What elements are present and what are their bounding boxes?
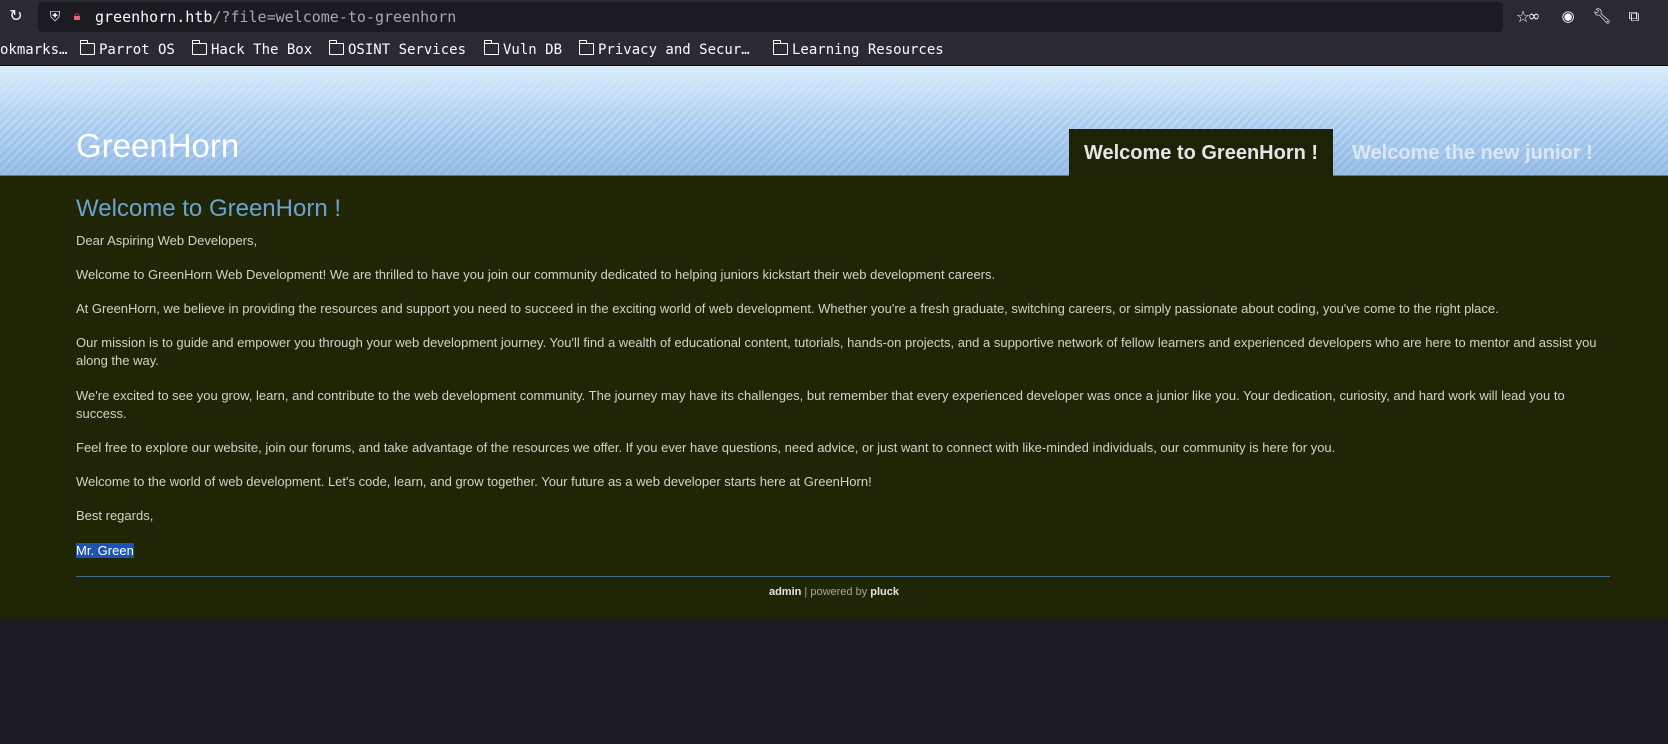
- signature-selected-text: Mr. Green: [76, 543, 134, 558]
- article-paragraph: At GreenHorn, we believe in providing th…: [76, 301, 1499, 316]
- admin-link[interactable]: admin: [769, 586, 801, 598]
- web-page: GreenHorn Welcome to GreenHorn ! Welcome…: [0, 66, 1668, 744]
- folder-icon: [329, 40, 344, 55]
- bookmark-label: Vuln DB: [503, 42, 563, 58]
- url-path: /?file=welcome-to-greenhorn: [212, 8, 457, 26]
- pluck-link[interactable]: pluck: [870, 586, 899, 598]
- url-host: greenhorn.htb: [95, 8, 213, 26]
- bookmarks-bar: okmarks… Parrot OS Hack The Box OSINT Se…: [0, 33, 1668, 66]
- article-paragraph: Dear Aspiring Web Developers,: [76, 233, 258, 248]
- address-bar[interactable]: ⛨ 🔒︎ greenhorn.htb/?file=welcome-to-gree…: [38, 2, 1530, 32]
- bookmark-label: Privacy and Secur…: [598, 42, 750, 58]
- bookmark-label: Hack The Box: [211, 42, 313, 58]
- article-paragraph: We're excited to see you grow, learn, an…: [76, 388, 1565, 421]
- bookmark-other[interactable]: okmarks…: [0, 41, 67, 59]
- article-paragraph: Welcome to the world of web development.…: [76, 474, 872, 489]
- footer-divider: [76, 576, 1610, 577]
- bookmark-folder-learning[interactable]: Learning Resources: [773, 40, 944, 59]
- folder-icon: [484, 40, 499, 55]
- site-footer: admin | powered by pluck: [0, 585, 1668, 599]
- bookmark-folder-vuln-db[interactable]: Vuln DB: [484, 40, 563, 59]
- bookmark-label: OSINT Services: [348, 42, 467, 58]
- lock-icon[interactable]: 🔒︎: [68, 8, 86, 26]
- reload-icon[interactable]: ↻: [6, 6, 26, 26]
- article-paragraph: Welcome to GreenHorn Web Development! We…: [76, 267, 996, 282]
- wrench-icon[interactable]: 🔧︎: [1592, 6, 1612, 26]
- signature-paragraph: Mr. Green: [76, 542, 1606, 560]
- site-header: GreenHorn Welcome to GreenHorn ! Welcome…: [0, 66, 1668, 176]
- bookmark-folder-privacy[interactable]: Privacy and Secur…: [579, 40, 750, 59]
- browser-toolbar: ↻ ⛨ 🔒︎ greenhorn.htb/?file=welcome-to-gr…: [0, 0, 1668, 33]
- bookmark-folder-parrot-os[interactable]: Parrot OS: [80, 40, 175, 59]
- shield-icon[interactable]: ⛨: [46, 8, 64, 26]
- article-paragraph: Our mission is to guide and empower you …: [76, 335, 1597, 368]
- bookmark-label: Parrot OS: [99, 42, 175, 58]
- account-icon[interactable]: ◉: [1558, 6, 1578, 26]
- site-title: GreenHorn: [76, 127, 240, 164]
- bookmark-label: Learning Resources: [792, 42, 944, 58]
- nav-tab-welcome-new-junior[interactable]: Welcome the new junior !: [1352, 129, 1593, 176]
- bookmark-label: okmarks…: [0, 42, 68, 58]
- bookmark-folder-osint[interactable]: OSINT Services: [329, 40, 467, 59]
- article-paragraph: Best regards,: [76, 508, 154, 523]
- url-text[interactable]: greenhorn.htb/?file=welcome-to-greenhorn: [95, 8, 456, 26]
- folder-icon: [579, 40, 594, 55]
- page-content: Welcome to GreenHorn ! Dear Aspiring Web…: [0, 176, 1668, 619]
- folder-icon: [773, 40, 788, 55]
- nav-tab-welcome-to-greenhorn[interactable]: Welcome to GreenHorn !: [1069, 129, 1333, 176]
- folder-icon: [80, 40, 95, 55]
- article-heading: Welcome to GreenHorn !: [76, 195, 341, 222]
- article-paragraph: Feel free to explore our website, join o…: [76, 440, 1336, 455]
- folder-icon: [192, 40, 207, 55]
- bookmark-folder-hack-the-box[interactable]: Hack The Box: [192, 40, 313, 59]
- mask-icon[interactable]: ∞: [1524, 6, 1544, 26]
- footer-powered-by: | powered by: [801, 586, 871, 598]
- extensions-icon[interactable]: ⧉: [1624, 6, 1644, 26]
